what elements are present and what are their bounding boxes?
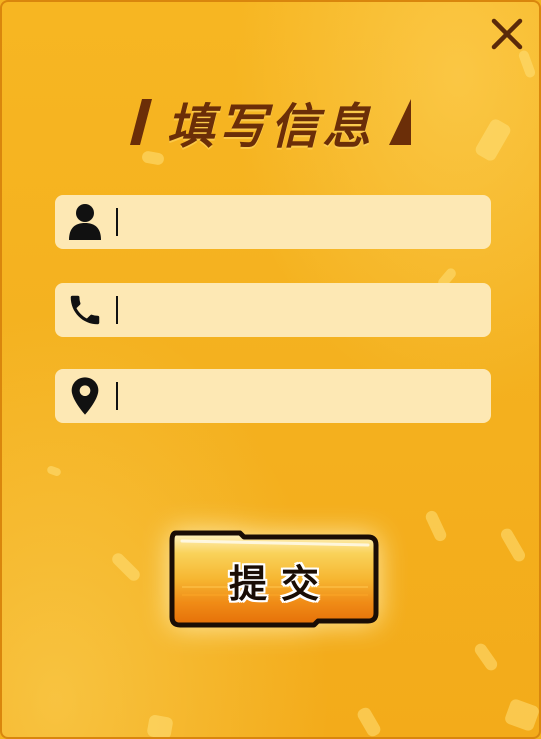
close-icon — [491, 18, 523, 50]
confetti-decoration — [472, 641, 500, 673]
phone-field[interactable] — [55, 283, 491, 337]
confetti-decoration — [355, 705, 383, 737]
name-input[interactable] — [105, 195, 491, 249]
name-field[interactable] — [55, 195, 491, 249]
info-dialog: 填写信息 提交 — [0, 0, 541, 739]
confetti-decoration — [498, 526, 528, 564]
title-area: 填写信息 — [2, 90, 539, 155]
submit-button[interactable]: 提交 — [168, 529, 380, 631]
confetti-decoration — [423, 508, 449, 544]
text-cursor — [116, 208, 118, 236]
close-button[interactable] — [489, 16, 525, 52]
submit-button-shape — [169, 530, 379, 628]
dialog-title: 填写信息 — [166, 99, 375, 155]
address-input[interactable] — [105, 369, 491, 423]
confetti-decoration — [109, 550, 143, 584]
title-left-slash — [130, 99, 153, 145]
confetti-decoration — [46, 464, 62, 478]
phone-icon — [65, 290, 105, 330]
location-pin-icon — [65, 376, 105, 416]
confetti-decoration — [503, 697, 539, 733]
phone-input[interactable] — [105, 283, 491, 337]
text-cursor — [116, 382, 118, 410]
user-icon — [65, 202, 105, 242]
confetti-decoration — [146, 714, 174, 737]
text-cursor — [116, 296, 118, 324]
address-field[interactable] — [55, 369, 491, 423]
confetti-decoration — [517, 49, 537, 79]
title-right-slash — [388, 99, 411, 145]
